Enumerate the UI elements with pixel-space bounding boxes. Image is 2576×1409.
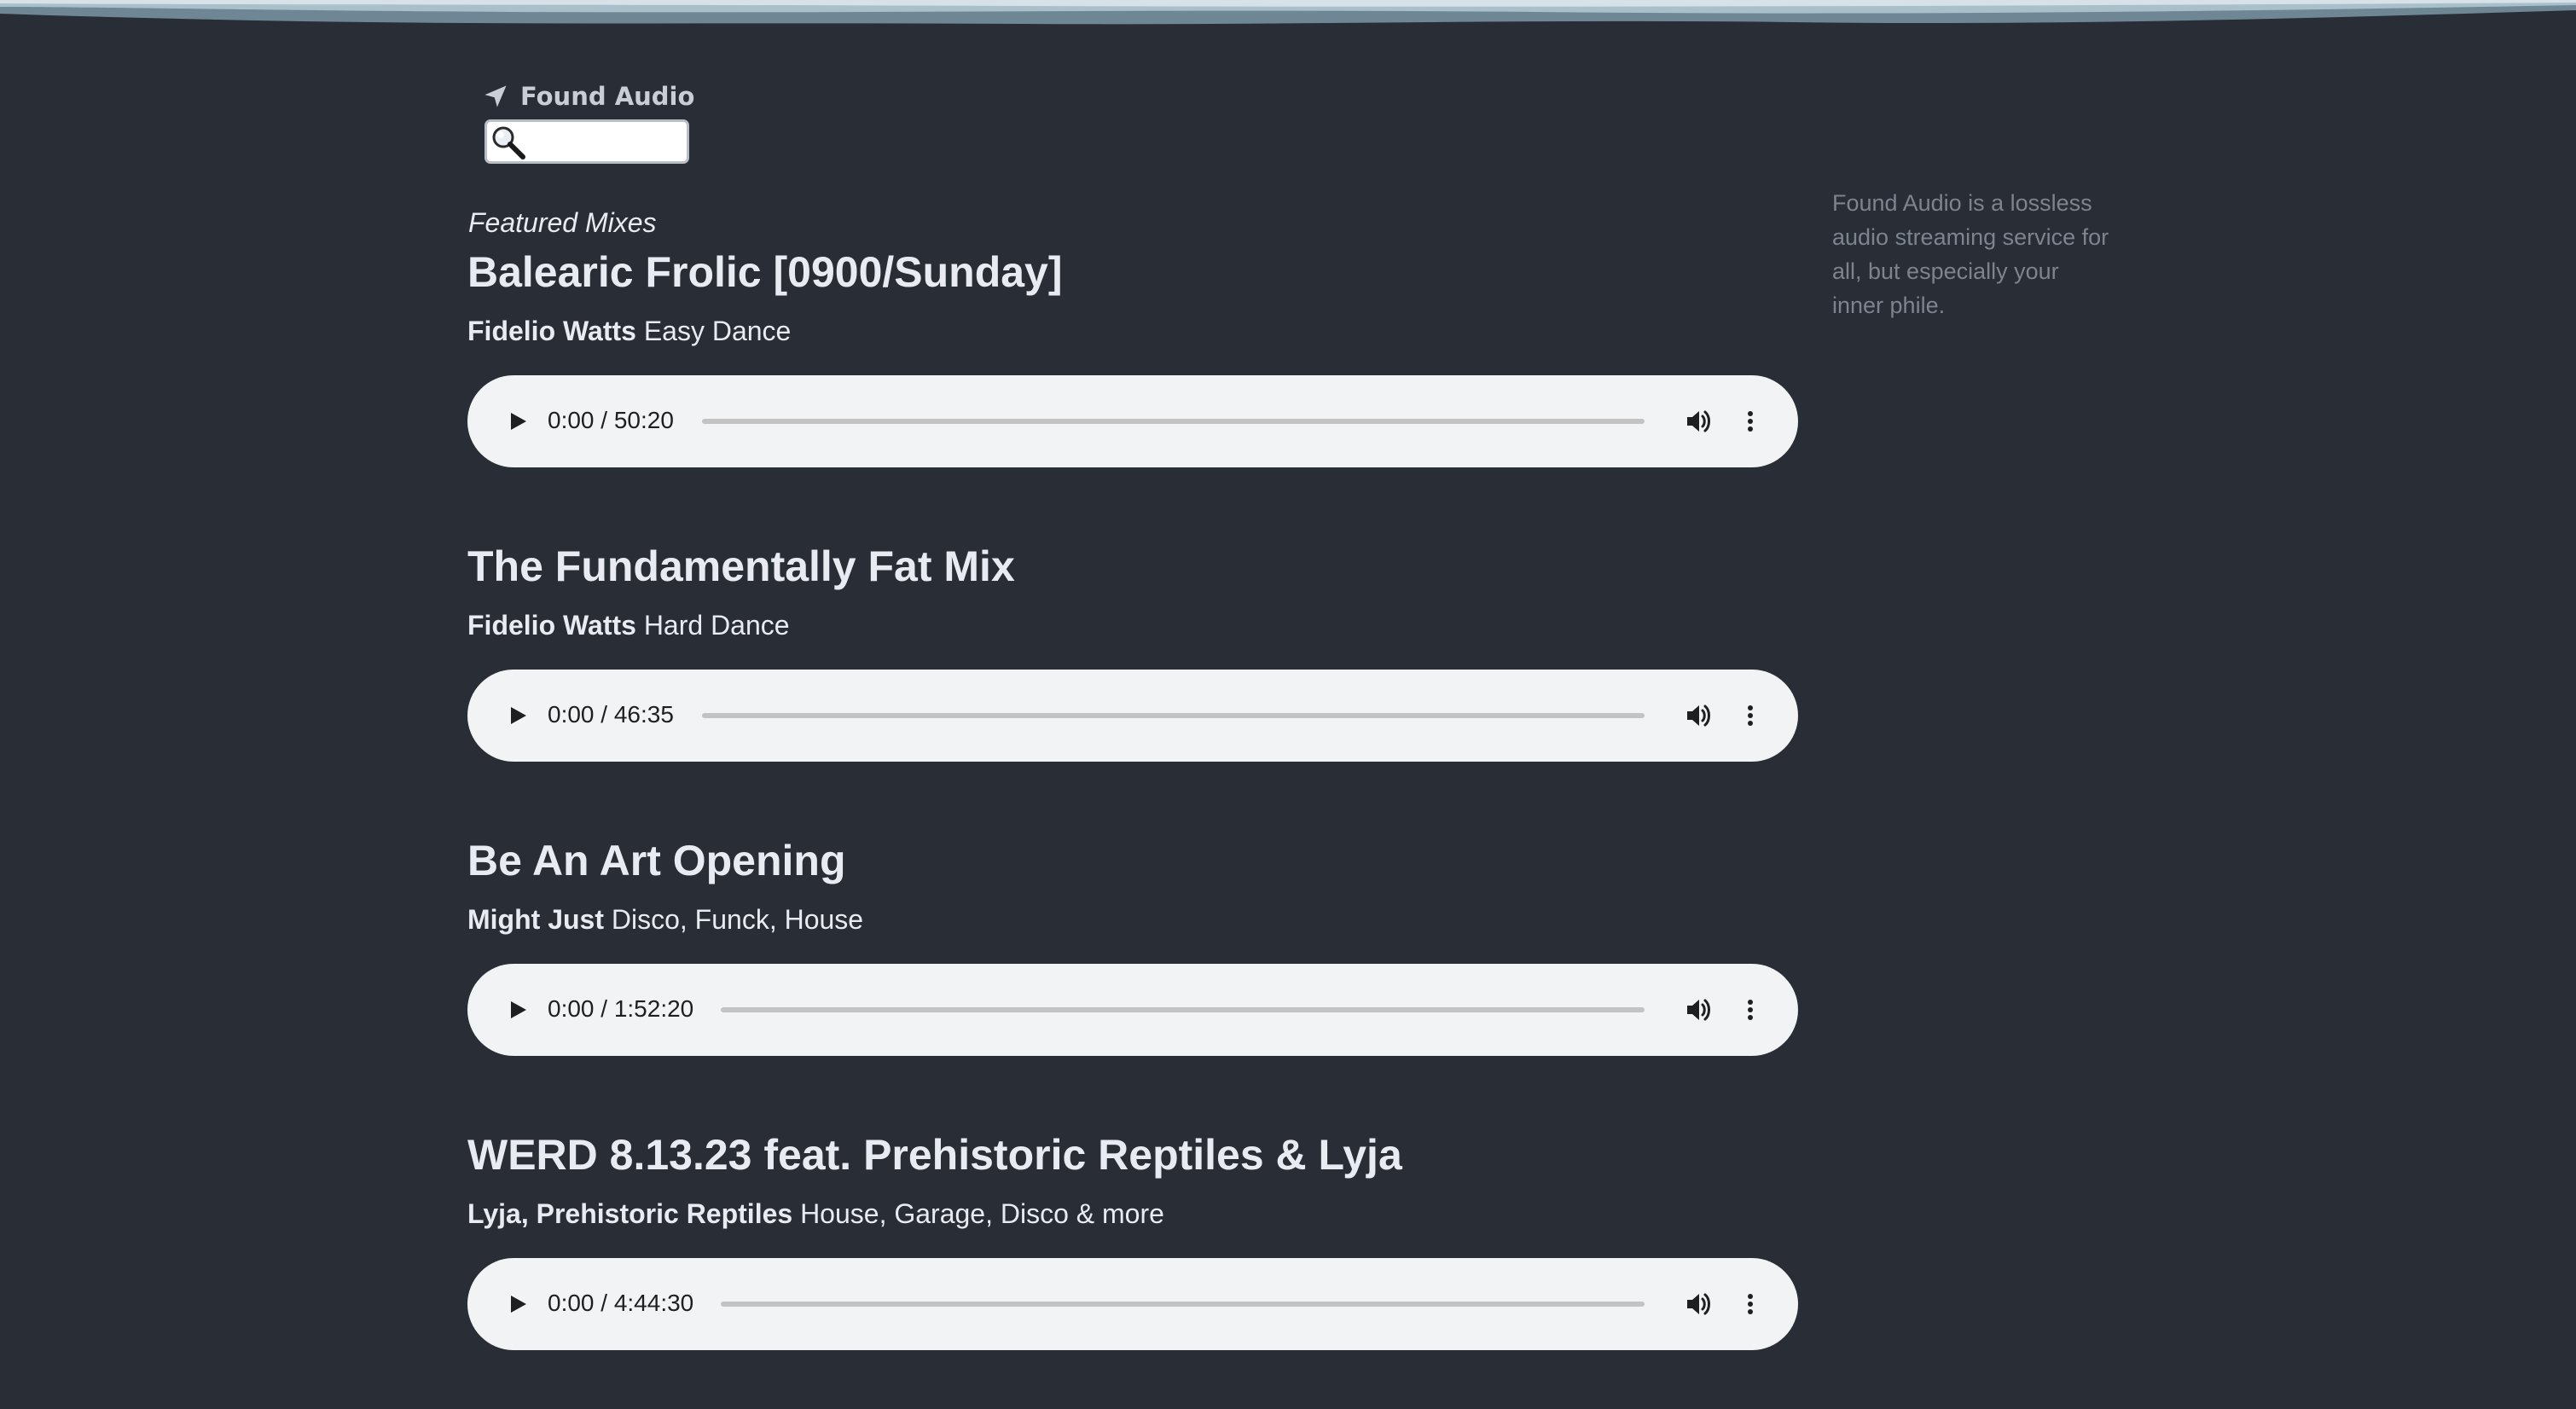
time-display: 0:00 / 50:20 bbox=[548, 407, 674, 433]
mix-meta: Lyja, Prehistoric Reptiles House, Garage… bbox=[467, 1198, 1164, 1230]
search-box[interactable] bbox=[484, 119, 689, 164]
mix-artist: Lyja, Prehistoric Reptiles bbox=[467, 1198, 793, 1229]
more-options-icon[interactable] bbox=[1733, 404, 1767, 438]
volume-icon[interactable] bbox=[1682, 404, 1716, 438]
play-icon[interactable] bbox=[500, 404, 534, 438]
about-text: Found Audio is a lossless audio streamin… bbox=[1832, 190, 2109, 318]
mix-genre: Hard Dance bbox=[643, 610, 790, 641]
magnifier-icon bbox=[492, 126, 525, 159]
featured-mixes-heading: Featured Mixes bbox=[468, 207, 657, 238]
more-options-icon[interactable] bbox=[1733, 993, 1767, 1027]
mix-title[interactable]: The Fundamentally Fat Mix bbox=[467, 542, 1015, 591]
audio-player: 0:00 / 4:44:30 bbox=[467, 1258, 1798, 1350]
audio-player: 0:00 / 1:52:20 bbox=[467, 964, 1798, 1056]
mix-artist: Might Just bbox=[467, 904, 604, 935]
search-input[interactable] bbox=[530, 122, 688, 163]
brand-link[interactable]: Found Audio bbox=[483, 82, 694, 111]
brand-name: Found Audio bbox=[520, 82, 695, 111]
time-display: 0:00 / 4:44:30 bbox=[548, 1290, 694, 1316]
mix-meta: Might Just Disco, Funck, House bbox=[467, 904, 863, 936]
time-display: 0:00 / 46:35 bbox=[548, 701, 674, 728]
volume-icon[interactable] bbox=[1682, 699, 1716, 733]
volume-icon[interactable] bbox=[1682, 1287, 1716, 1321]
audio-player: 0:00 / 46:35 bbox=[467, 670, 1798, 762]
time-display: 0:00 / 1:52:20 bbox=[548, 995, 694, 1022]
mix-artist: Fidelio Watts bbox=[467, 316, 636, 346]
seek-bar[interactable] bbox=[702, 419, 1645, 424]
mix-artist: Fidelio Watts bbox=[467, 610, 636, 641]
mix-title[interactable]: Balearic Frolic [0900/Sunday] bbox=[467, 247, 1063, 297]
more-options-icon[interactable] bbox=[1733, 699, 1767, 733]
mix-title[interactable]: Be An Art Opening bbox=[467, 836, 846, 885]
play-icon[interactable] bbox=[500, 1287, 534, 1321]
seek-bar[interactable] bbox=[721, 1007, 1645, 1012]
audio-player: 0:00 / 50:20 bbox=[467, 375, 1798, 467]
header-wave-banner bbox=[0, 0, 2576, 29]
play-icon[interactable] bbox=[500, 993, 534, 1027]
mix-meta: Fidelio Watts Easy Dance bbox=[467, 316, 791, 347]
mix-title[interactable]: WERD 8.13.23 feat. Prehistoric Reptiles … bbox=[467, 1130, 1402, 1180]
mix-genre: House, Garage, Disco & more bbox=[800, 1198, 1164, 1229]
more-options-icon[interactable] bbox=[1733, 1287, 1767, 1321]
mix-genre: Disco, Funck, House bbox=[611, 904, 864, 935]
play-icon[interactable] bbox=[500, 699, 534, 733]
seek-bar[interactable] bbox=[721, 1302, 1645, 1307]
volume-icon[interactable] bbox=[1682, 993, 1716, 1027]
location-arrow-icon bbox=[484, 85, 507, 107]
mix-genre: Easy Dance bbox=[643, 316, 792, 346]
mix-meta: Fidelio Watts Hard Dance bbox=[467, 610, 790, 641]
seek-bar[interactable] bbox=[702, 713, 1645, 718]
